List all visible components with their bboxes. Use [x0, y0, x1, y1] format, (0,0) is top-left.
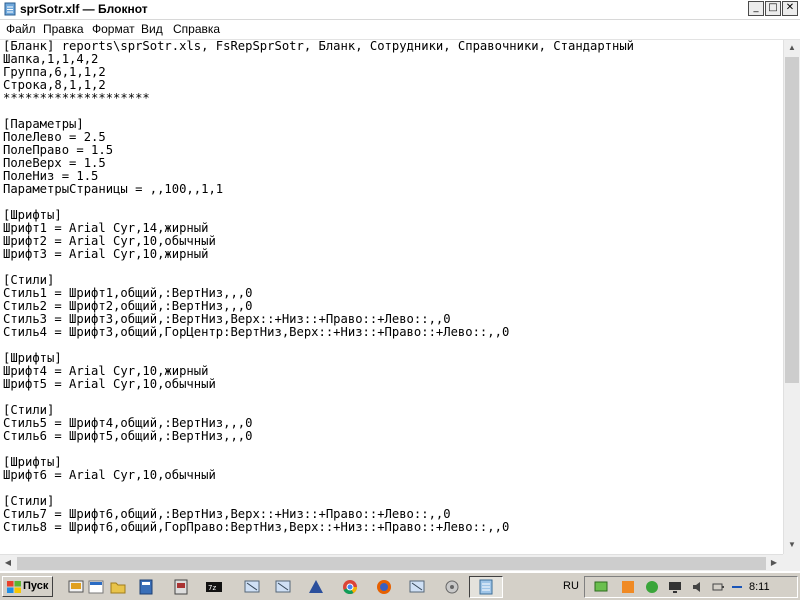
scroll-up-icon[interactable]: ▲ [784, 40, 800, 56]
text-editor[interactable]: [Бланк] reports\sprSotr.xls, FsRepSprSot… [0, 40, 783, 554]
windows-logo-icon [7, 581, 21, 593]
document-icon[interactable] [172, 578, 190, 596]
vertical-scroll-thumb[interactable] [785, 57, 799, 383]
start-label: Пуск [23, 580, 49, 592]
menu-file[interactable]: Файл [6, 22, 36, 37]
network-icon[interactable] [243, 578, 261, 596]
horizontal-scroll-thumb[interactable] [17, 557, 766, 570]
security-tray-icon[interactable] [645, 580, 659, 594]
monitor-tray-icon[interactable] [668, 580, 682, 594]
window-controls: _ □ ✕ [748, 1, 798, 16]
menu-bar: Файл Правка Формат Вид Справка [0, 20, 800, 40]
notepad-icon [479, 579, 493, 595]
triangle-app-icon[interactable] [307, 578, 325, 596]
system-tray: 8:11 [584, 576, 798, 598]
maximize-button[interactable]: □ [765, 1, 781, 16]
chrome-icon[interactable] [341, 578, 359, 596]
menu-help[interactable]: Справка [173, 22, 220, 37]
notepad-icon [4, 2, 16, 16]
network-tray-icon[interactable] [594, 580, 608, 594]
language-indicator[interactable]: RU [563, 580, 579, 593]
volume-tray-icon[interactable] [691, 580, 705, 594]
window-title: sprSotr.xlf — Блокнот [20, 2, 148, 16]
7zip-icon[interactable]: 7z [205, 578, 223, 596]
scroll-down-icon[interactable]: ▼ [784, 537, 800, 553]
arrows-tray-icon[interactable] [730, 580, 744, 594]
show-desktop-icon[interactable] [67, 578, 85, 596]
clock[interactable]: 8:11 [749, 581, 770, 594]
sync-tray-icon[interactable] [621, 580, 635, 594]
menu-format[interactable]: Формат [92, 22, 135, 37]
notepad-window: sprSotr.xlf — Блокнот _ □ ✕ Файл Правка … [0, 0, 800, 572]
vertical-scrollbar[interactable]: ▲ ▼ [783, 40, 800, 554]
menu-view[interactable]: Вид [141, 22, 163, 37]
minimize-button[interactable]: _ [748, 1, 764, 16]
network-icon[interactable] [408, 578, 426, 596]
menu-edit[interactable]: Правка [43, 22, 84, 37]
taskbar: Пуск 7z RU 8:11 [0, 572, 800, 600]
tools-icon[interactable] [443, 578, 461, 596]
editor-content[interactable]: [Бланк] reports\sprSotr.xls, FsRepSprSot… [0, 40, 783, 534]
explorer-icon[interactable] [87, 578, 105, 596]
scroll-right-icon[interactable]: ▶ [766, 555, 782, 571]
taskbar-task-notepad[interactable] [469, 576, 503, 598]
horizontal-scrollbar[interactable]: ◀ ▶ [0, 554, 783, 571]
firefox-icon[interactable] [375, 578, 393, 596]
svg-text:7z: 7z [208, 584, 216, 592]
calculator-icon[interactable] [137, 578, 155, 596]
start-button[interactable]: Пуск [2, 576, 53, 597]
scroll-left-icon[interactable]: ◀ [0, 555, 16, 571]
title-bar[interactable]: sprSotr.xlf — Блокнот _ □ ✕ [0, 0, 800, 20]
folder-icon[interactable] [109, 578, 127, 596]
close-button[interactable]: ✕ [782, 1, 798, 16]
network-icon[interactable] [274, 578, 292, 596]
scrollbar-corner [783, 554, 800, 571]
power-tray-icon[interactable] [711, 580, 725, 594]
